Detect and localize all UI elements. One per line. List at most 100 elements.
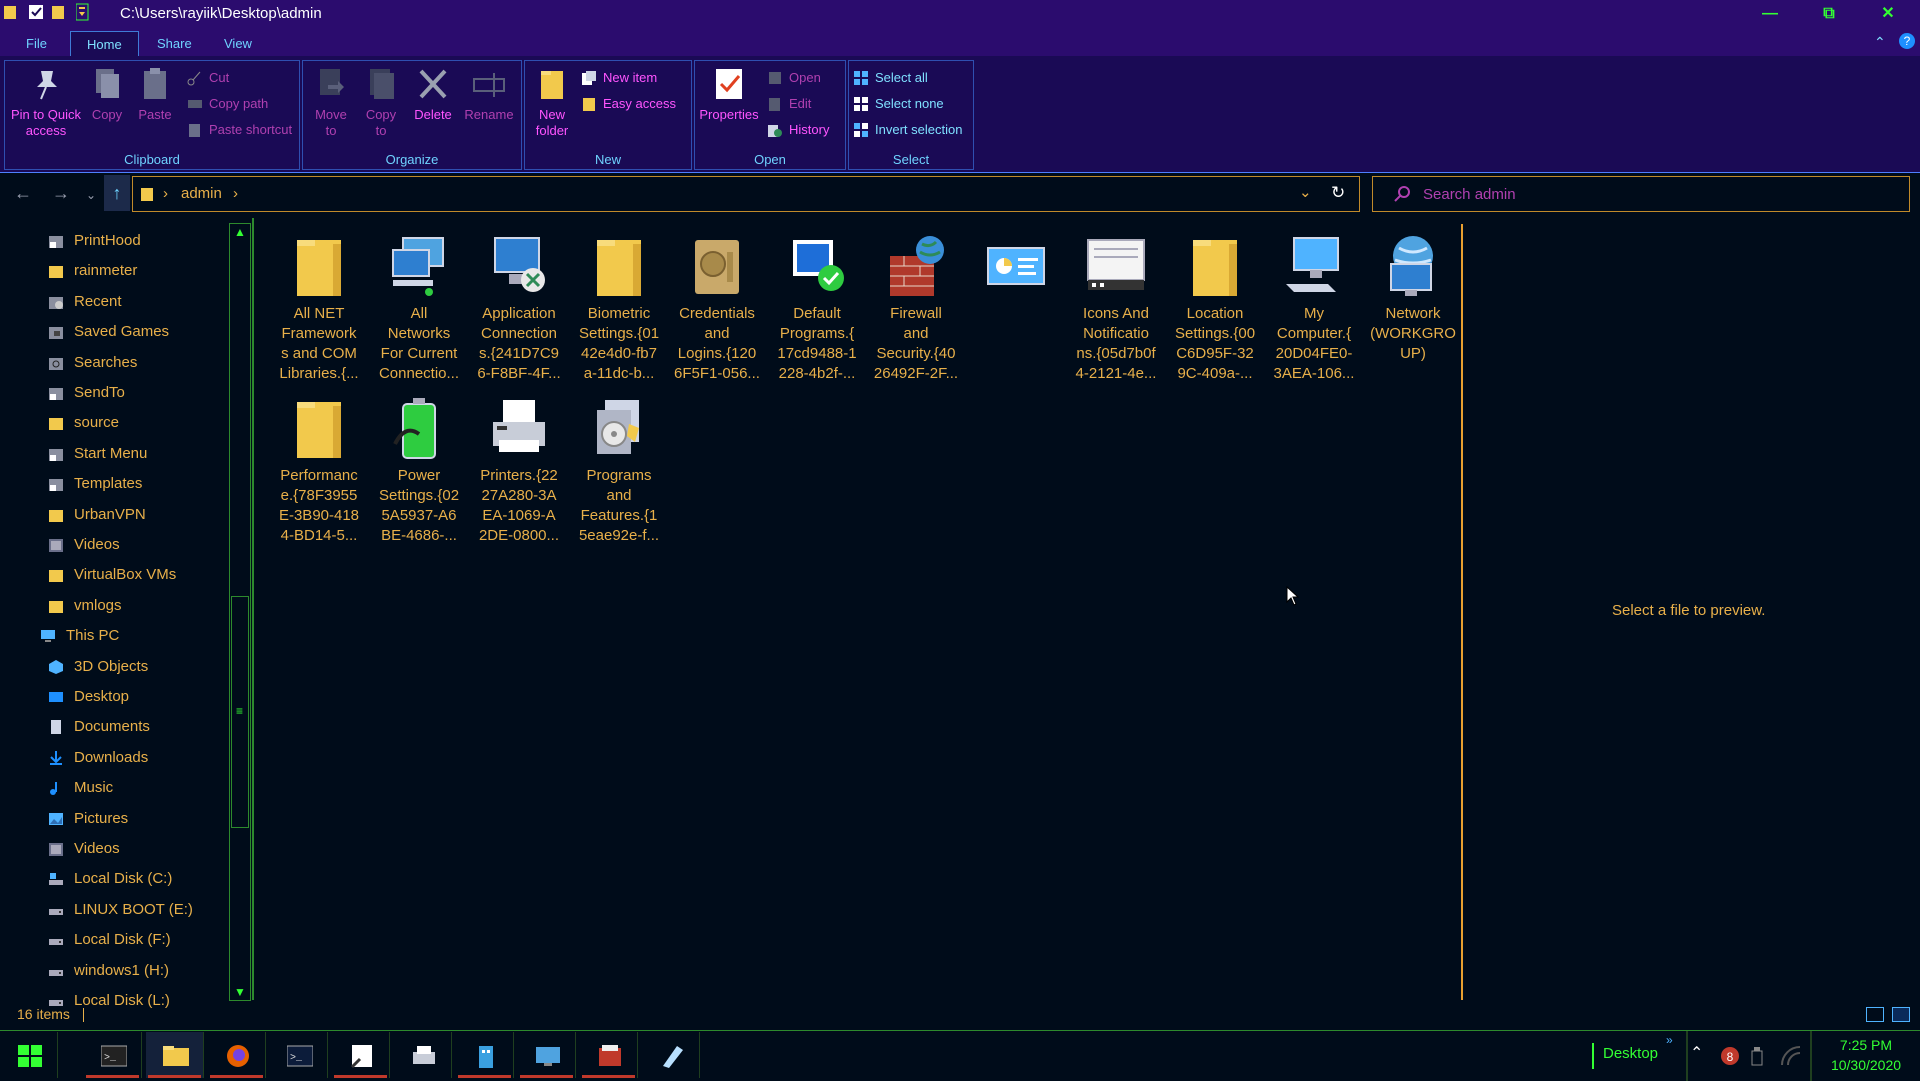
open-button[interactable]: Open xyxy=(767,69,821,87)
navigation-scrollbar[interactable]: ▲ ≡ ▼ xyxy=(229,223,251,1001)
rename-button[interactable]: Rename xyxy=(463,65,515,123)
taskbar-terminal[interactable]: >_ xyxy=(84,1032,142,1078)
file-item[interactable]: Firewall and Security.{40 26492F-2F... xyxy=(868,234,964,384)
toolbar-expand-icon[interactable]: » xyxy=(1666,1033,1673,1047)
sidebar-item-templates[interactable]: Templates xyxy=(0,471,228,497)
sidebar-item-windows1-h[interactable]: windows1 (H:) xyxy=(0,958,228,984)
scroll-up-icon[interactable]: ▲ xyxy=(230,225,250,239)
usb-device-tray-icon[interactable] xyxy=(1750,1045,1764,1072)
customize-dropdown-icon[interactable] xyxy=(75,3,92,21)
address-dropdown-icon[interactable]: ⌄ xyxy=(1299,183,1312,201)
invert-selection-button[interactable]: Invert selection xyxy=(853,121,962,139)
copy-path-button[interactable]: Copy path xyxy=(187,95,268,113)
details-view-icon[interactable] xyxy=(1866,1007,1884,1022)
sidebar-item-videos[interactable]: Videos xyxy=(0,836,228,862)
tab-view[interactable]: View xyxy=(208,31,268,56)
start-button[interactable] xyxy=(0,1032,58,1078)
taskbar-media-app[interactable] xyxy=(580,1032,638,1078)
preview-pane-divider[interactable] xyxy=(1461,224,1463,1000)
up-arrow-icon[interactable]: ↑ xyxy=(104,175,130,211)
file-item[interactable]: My Computer.{20D04FE0- 3AEA-106... xyxy=(1266,234,1362,384)
sidebar-item-desktop[interactable]: Desktop xyxy=(0,684,228,710)
taskbar-clock[interactable]: 7:25 PM 10/30/2020 xyxy=(1816,1035,1916,1075)
back-arrow-icon[interactable]: ← xyxy=(14,183,32,204)
copy-to-button[interactable]: Copy to xyxy=(359,65,403,139)
sidebar-item-virtualbox-vms[interactable]: VirtualBox VMs xyxy=(0,562,228,588)
taskbar-powershell[interactable]: >_ xyxy=(270,1032,328,1078)
file-item[interactable]: Network (WORKGRO UP) xyxy=(1365,234,1461,364)
sidebar-item-downloads[interactable]: Downloads xyxy=(0,745,228,771)
sidebar-item-documents[interactable]: Documents xyxy=(0,714,228,740)
maximize-button[interactable]: ⧉ xyxy=(1800,0,1858,28)
file-item[interactable]: Programs and Features.{1 5eae92e-f... xyxy=(571,396,667,546)
folder-icon[interactable] xyxy=(4,3,20,21)
sidebar-item-this-pc[interactable]: This PC xyxy=(0,623,228,649)
file-item[interactable]: Power Settings.{02 5A5937-A6 BE-4686-... xyxy=(371,396,467,546)
large-icons-view-icon[interactable] xyxy=(1892,1007,1910,1022)
move-to-button[interactable]: Move to xyxy=(309,65,353,139)
file-item[interactable]: Performanc e.{78F3955 E-3B90-418 4-BD14-5..… xyxy=(271,396,367,546)
properties-check-icon[interactable] xyxy=(28,3,44,21)
cut-button[interactable]: Cut xyxy=(187,69,229,87)
file-item[interactable]: Biometric Settings.{01 42e4d0-fb7 a-11dc-b.… xyxy=(571,234,667,384)
sidebar-item-sendto[interactable]: SendTo xyxy=(0,380,228,406)
search-input[interactable]: Search admin xyxy=(1372,176,1910,212)
taskbar-remote-desktop[interactable] xyxy=(518,1032,576,1078)
file-item[interactable]: All NET Framework s and COM Libraries.{... xyxy=(271,234,367,384)
sidebar-item-3d-objects[interactable]: 3D Objects xyxy=(0,654,228,680)
forward-arrow-icon[interactable]: → xyxy=(52,183,70,204)
taskbar-notepad[interactable] xyxy=(332,1032,390,1078)
edit-button[interactable]: Edit xyxy=(767,95,811,113)
sidebar-item-start-menu[interactable]: Start Menu xyxy=(0,441,228,467)
minimize-button[interactable]: — xyxy=(1741,0,1799,28)
new-item-button[interactable]: New item xyxy=(581,69,657,87)
paste-shortcut-button[interactable]: Paste shortcut xyxy=(187,121,292,139)
sidebar-item-recent[interactable]: Recent xyxy=(0,289,228,315)
file-item[interactable]: Default Programs.{17cd9488-1 228-4b2f-... xyxy=(769,234,865,384)
new-folder-icon[interactable] xyxy=(52,3,68,21)
select-none-button[interactable]: Select none xyxy=(853,95,944,113)
file-item[interactable]: Location Settings.{00 C6D95F-32 9C-409a-... xyxy=(1167,234,1263,384)
file-item[interactable] xyxy=(968,234,1064,304)
delete-button[interactable]: Delete xyxy=(411,65,455,123)
sidebar-item-printhood[interactable]: PrintHood xyxy=(0,228,228,254)
sidebar-item-music[interactable]: Music xyxy=(0,775,228,801)
close-button[interactable]: ✕ xyxy=(1859,0,1917,28)
copy-button[interactable]: Copy xyxy=(87,65,127,123)
taskbar-pen-app[interactable] xyxy=(642,1032,700,1078)
taskbar-building-app[interactable] xyxy=(456,1032,514,1078)
show-hidden-icons-icon[interactable]: ⌃ xyxy=(1690,1043,1703,1063)
properties-button[interactable]: Properties xyxy=(697,65,761,123)
sidebar-item-vmlogs[interactable]: vmlogs xyxy=(0,593,228,619)
sidebar-item-linux-boot-e[interactable]: LINUX BOOT (E:) xyxy=(0,897,228,923)
address-bar[interactable]: › admin › ⌄ ↻ xyxy=(132,176,1360,212)
sidebar-item-searches[interactable]: Searches xyxy=(0,350,228,376)
file-item[interactable]: Icons And Notificatio ns.{05d7b0f 4-2121-4e… xyxy=(1068,234,1164,384)
file-item[interactable]: Application Connection s.{241D7C9 6-F8BF-4F… xyxy=(471,234,567,384)
help-icon[interactable]: ? xyxy=(1898,32,1916,53)
breadcrumb-separator-icon[interactable]: › xyxy=(163,185,168,202)
breadcrumb-separator-icon[interactable]: › xyxy=(233,185,238,202)
sidebar-item-urbanvpn[interactable]: UrbanVPN xyxy=(0,502,228,528)
pin-quick-access-button[interactable]: Pin to Quick access xyxy=(7,65,85,139)
sidebar-item-videos[interactable]: Videos xyxy=(0,532,228,558)
easy-access-button[interactable]: Easy access xyxy=(581,95,676,113)
paste-button[interactable]: Paste xyxy=(135,65,175,123)
sidebar-item-rainmeter[interactable]: rainmeter xyxy=(0,258,228,284)
taskbar-printer-app[interactable] xyxy=(394,1032,452,1078)
file-item[interactable]: All Networks For Current Connectio... xyxy=(371,234,467,384)
sidebar-item-pictures[interactable]: Pictures xyxy=(0,806,228,832)
tab-file[interactable]: File xyxy=(10,31,63,56)
sidebar-item-local-disk-c[interactable]: Local Disk (C:) xyxy=(0,866,228,892)
select-all-button[interactable]: Select all xyxy=(853,69,928,87)
tab-home[interactable]: Home xyxy=(70,31,139,57)
network-tray-icon[interactable] xyxy=(1780,1045,1801,1072)
file-item[interactable]: Credentials and Logins.{120 6F5F1-056... xyxy=(669,234,765,384)
file-item[interactable]: Printers.{22 27A280-3A EA-1069-A 2DE-0800..… xyxy=(471,396,567,546)
sidebar-item-source[interactable]: source xyxy=(0,410,228,436)
collapse-ribbon-icon[interactable]: ⌃ xyxy=(1874,34,1886,51)
sidebar-item-saved-games[interactable]: Saved Games xyxy=(0,319,228,345)
new-folder-button[interactable]: New folder xyxy=(529,65,575,139)
desktop-toolbar-label[interactable]: Desktop xyxy=(1603,1045,1658,1062)
antivirus-tray-icon[interactable]: 8 xyxy=(1720,1045,1740,1072)
